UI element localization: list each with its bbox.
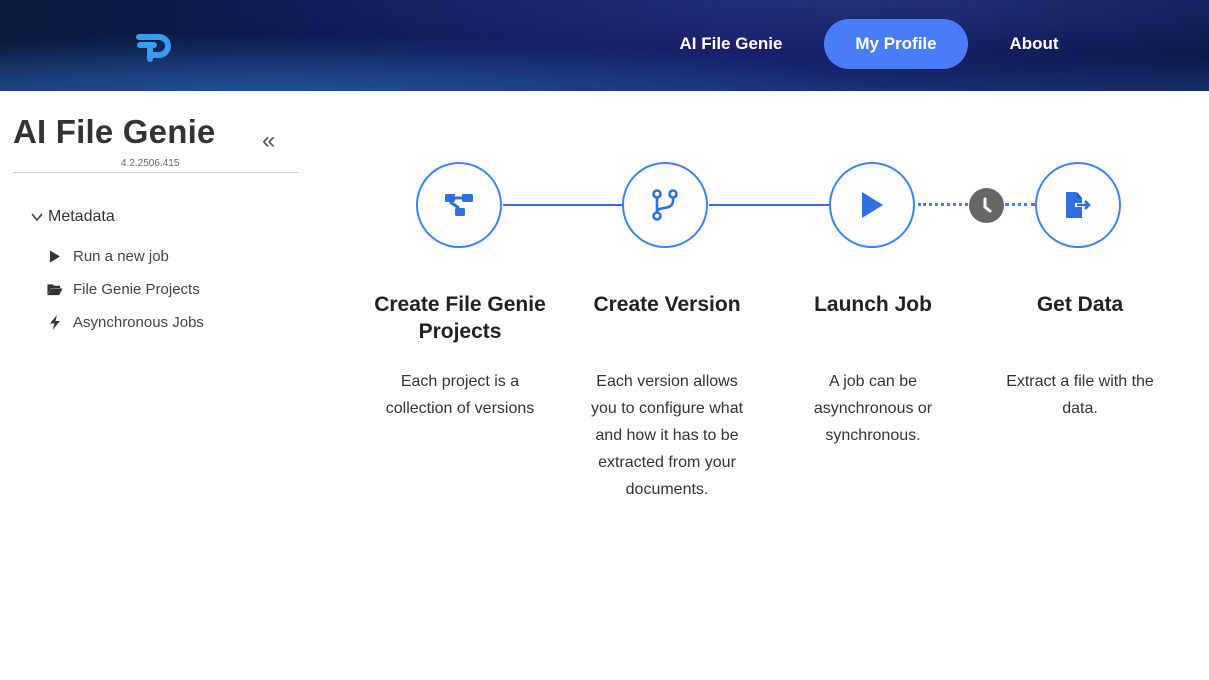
play-icon <box>47 249 63 265</box>
step-desc-create-project: Each project is a collection of versions <box>385 373 535 417</box>
sidebar-item-run-new-job[interactable]: Run a new job <box>47 248 169 265</box>
step-desc-launch-job: A job can be asynchronous or synchronous… <box>813 373 933 444</box>
code-branch-icon <box>652 189 678 221</box>
app-logo-icon[interactable] <box>133 27 173 63</box>
step-desc-create-version: Each version allows you to configure wha… <box>590 373 744 498</box>
nav-my-profile[interactable]: My Profile <box>824 19 968 69</box>
bolt-icon <box>47 315 63 331</box>
dotted-connector <box>1005 203 1035 206</box>
play-icon <box>862 192 883 218</box>
step-desc-get-data: Extract a file with the data. <box>1006 373 1154 417</box>
file-export-icon <box>1066 192 1091 218</box>
nav-about[interactable]: About <box>994 19 1074 69</box>
step-circle-create-project <box>416 162 502 248</box>
sidebar-item-asynchronous-jobs[interactable]: Asynchronous Jobs <box>47 314 204 331</box>
sidebar-title: AI File Genie <box>13 113 216 150</box>
step-circle-get-data <box>1035 162 1121 248</box>
sidebar-item-label: Asynchronous Jobs <box>73 314 204 331</box>
metadata-section-toggle[interactable]: Metadata <box>30 208 115 226</box>
chevron-down-icon <box>31 213 43 222</box>
sidebar-item-file-genie-projects[interactable]: File Genie Projects <box>47 281 200 298</box>
step-circle-create-version <box>622 162 708 248</box>
step-title-launch-job: Launch Job <box>814 293 932 316</box>
collapse-sidebar-button[interactable]: « <box>262 127 275 155</box>
project-diagram-icon <box>445 194 473 216</box>
sidebar-divider <box>13 172 298 173</box>
dotted-connector <box>918 203 968 206</box>
metadata-section-label: Metadata <box>48 208 115 225</box>
app-version: 4.2.2506.415 <box>121 158 180 169</box>
step-title-create-project: Create File Genie Projects <box>374 293 546 343</box>
step-connector <box>709 204 829 206</box>
nav-ai-file-genie[interactable]: AI File Genie <box>664 19 798 69</box>
step-title-get-data: Get Data <box>1036 293 1124 316</box>
step-connector <box>503 204 623 206</box>
folder-open-icon <box>47 282 63 298</box>
step-circle-launch-job <box>829 162 915 248</box>
clock-icon <box>969 188 1004 223</box>
sidebar-item-label: File Genie Projects <box>73 281 200 298</box>
sidebar-item-label: Run a new job <box>73 248 169 265</box>
top-navbar: AI File Genie My Profile About <box>0 0 1209 91</box>
step-title-create-version: Create Version <box>593 293 741 316</box>
